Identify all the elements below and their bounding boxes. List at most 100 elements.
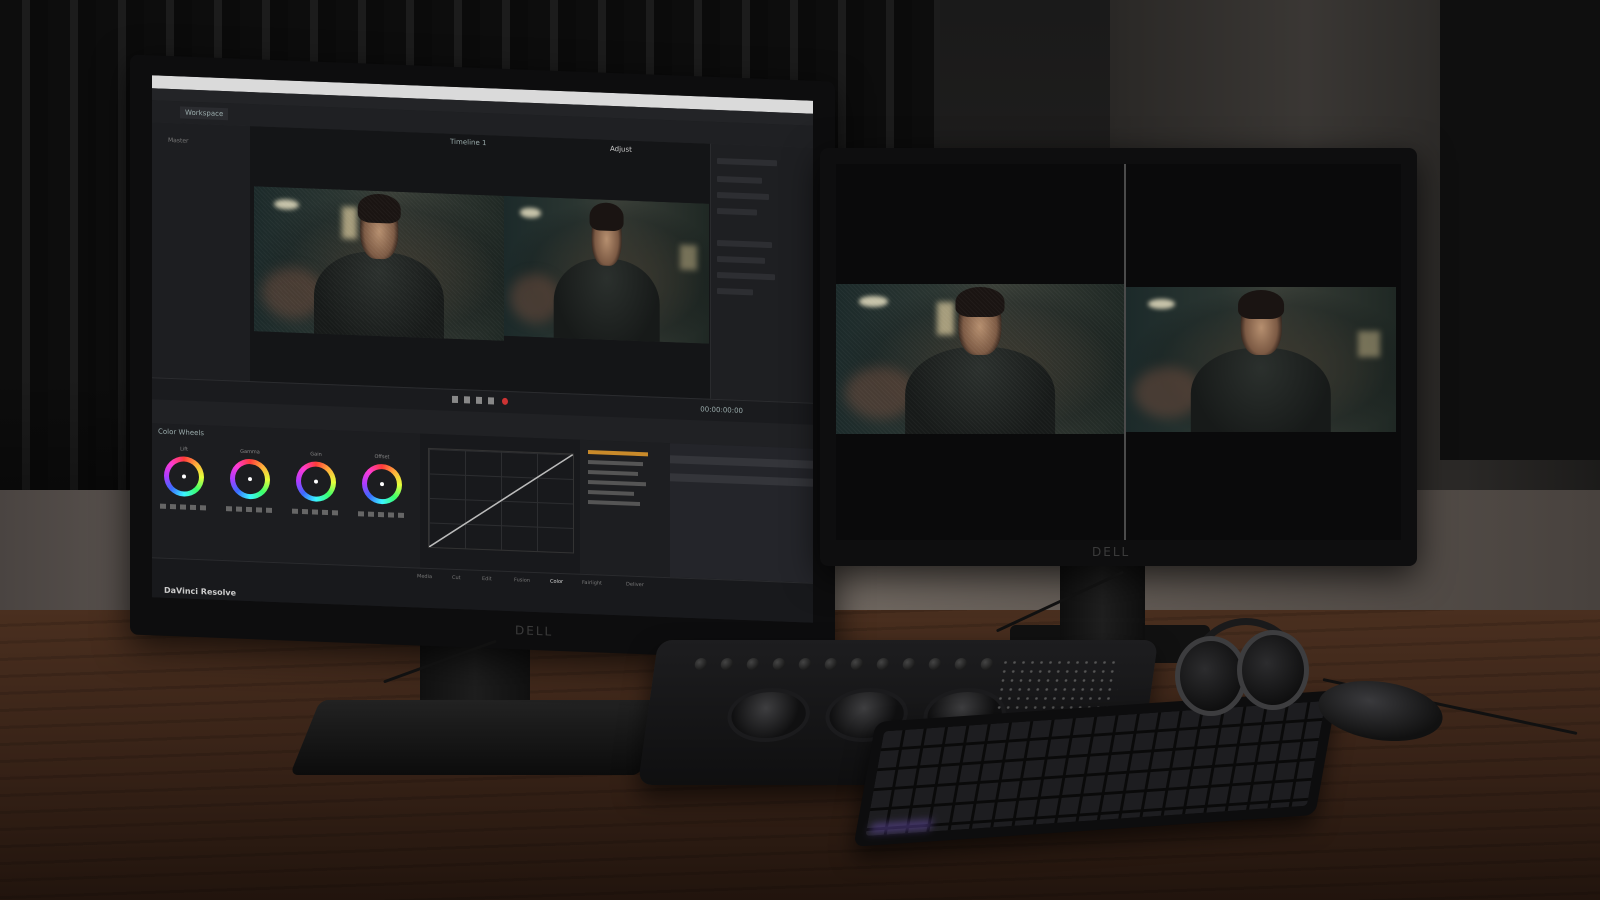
record-icon[interactable] [502, 397, 508, 405]
wheel-label: Gain [310, 451, 322, 458]
node-row[interactable] [588, 450, 648, 457]
color-wheel-offset[interactable] [362, 463, 402, 505]
panel-knob[interactable] [823, 658, 838, 670]
viewer-frame-after [504, 195, 709, 344]
panel-knob[interactable] [797, 658, 812, 670]
node-row[interactable] [588, 470, 638, 476]
background-light [520, 207, 541, 219]
forward-icon[interactable] [488, 397, 494, 405]
right-monitor: DELL [820, 148, 1417, 566]
panel-knob[interactable] [875, 658, 890, 670]
wheel-label: Lift [180, 446, 188, 453]
film-grain [836, 284, 1124, 434]
page-tab[interactable]: Cut [452, 575, 461, 581]
inspector-row[interactable] [717, 272, 775, 281]
actor-hair [1238, 289, 1284, 319]
wheel-values [226, 506, 274, 513]
color-wheel-gain[interactable] [296, 460, 336, 503]
panel-knob[interactable] [719, 658, 734, 670]
film-shot [254, 186, 504, 341]
wheel-values [358, 511, 406, 519]
viewer: Timeline 1 Adjust [250, 126, 710, 399]
page-tab[interactable]: Media [417, 573, 432, 580]
color-wheels-panel: Color Wheels Lift Gamma Gain Offset [152, 423, 420, 568]
curve-line[interactable] [428, 449, 574, 553]
page-tab[interactable]: Edit [482, 576, 492, 582]
film-shot [1126, 287, 1396, 432]
panel-keypad[interactable] [993, 658, 1122, 713]
right-monitor-stand-neck [1060, 560, 1145, 650]
wheel-values [160, 503, 208, 511]
trackball-lift[interactable] [723, 688, 814, 742]
rewind-icon[interactable] [452, 395, 458, 404]
inspector-row[interactable] [717, 192, 769, 201]
actor-hair [589, 201, 624, 232]
media-bin-panel: Master [152, 122, 251, 382]
panel-knob[interactable] [901, 658, 916, 670]
keyframes-panel [670, 443, 813, 583]
film-shot [504, 195, 709, 344]
wheel-label: Offset [374, 453, 390, 461]
film-grain [254, 186, 504, 341]
inspector-row[interactable] [717, 208, 757, 216]
keyframe-track[interactable] [670, 473, 813, 487]
panel-knob[interactable] [745, 658, 760, 670]
viewer-frame-before [254, 186, 504, 341]
resolve-screen: Workspace Master Timeline 1 Adjust 00:00… [152, 75, 813, 623]
reference-screen [836, 164, 1401, 540]
panel-knob[interactable] [979, 658, 994, 670]
left-monitor: Workspace Master Timeline 1 Adjust 00:00… [130, 54, 835, 662]
workspace-tab[interactable]: Workspace [180, 106, 229, 121]
dell-logo: DELL [1092, 545, 1131, 559]
headphones [1165, 618, 1309, 716]
wheel-label: Gamma [240, 448, 260, 456]
page-tab-active[interactable]: Color [550, 579, 563, 586]
timecode: 00:00:00:00 [700, 405, 743, 416]
headphone-cup [1237, 630, 1309, 710]
background-light [680, 244, 697, 271]
color-panel-title: Color Wheels [158, 427, 205, 438]
page-tab[interactable]: Deliver [626, 582, 644, 589]
keyboard-keys[interactable] [865, 700, 1326, 837]
color-wheel-gamma[interactable] [230, 458, 270, 500]
actor-jacket [553, 256, 660, 344]
panel-knob[interactable] [693, 658, 708, 670]
background-light [1358, 330, 1380, 357]
headphone-cup [1175, 636, 1247, 716]
inspector-row[interactable] [717, 240, 772, 249]
node-row[interactable] [588, 490, 634, 496]
play-icon[interactable] [476, 396, 482, 404]
panel-knob[interactable] [771, 658, 786, 670]
left-monitor-stand-base [289, 700, 671, 775]
page-tab[interactable]: Fairlight [582, 580, 602, 587]
app-brand: DaVinci Resolve [164, 585, 237, 598]
wheel-values [292, 508, 340, 516]
page-tab[interactable]: Fusion [514, 577, 530, 584]
keyframe-track[interactable] [670, 455, 813, 469]
color-wheel-lift[interactable] [164, 455, 204, 498]
bin-item[interactable]: Master [168, 137, 189, 145]
stop-icon[interactable] [464, 396, 470, 404]
node-row[interactable] [588, 480, 646, 487]
inspector-row[interactable] [717, 176, 762, 184]
editing-desk-scene: Workspace Master Timeline 1 Adjust 00:00… [0, 0, 1600, 900]
dell-logo: DELL [515, 623, 554, 639]
reference-frame-after [1126, 287, 1396, 432]
actor-jacket [1190, 347, 1332, 432]
inspector-row[interactable] [717, 158, 777, 167]
curves-panel [420, 433, 580, 574]
viewer-mode[interactable]: Adjust [610, 145, 632, 154]
node-row[interactable] [588, 500, 640, 507]
inspector-row[interactable] [717, 256, 765, 264]
viewer-title: Timeline 1 [450, 137, 487, 148]
panel-knob[interactable] [927, 658, 942, 670]
panel-knob[interactable] [849, 658, 864, 670]
dark-door-panel [1440, 0, 1600, 460]
node-row[interactable] [588, 460, 643, 467]
reference-frame-before [836, 284, 1124, 434]
curves-grid[interactable] [428, 447, 574, 554]
panel-knob[interactable] [953, 658, 968, 670]
inspector-row[interactable] [717, 288, 753, 296]
film-shot [836, 284, 1124, 434]
node-list-panel [580, 439, 670, 578]
